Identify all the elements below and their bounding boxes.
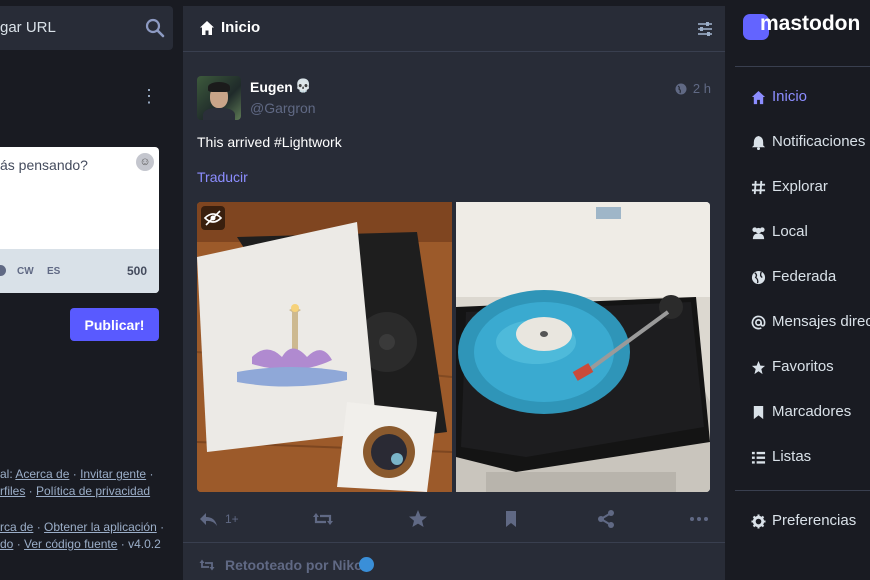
invite-link[interactable]: Invitar gente — [80, 467, 146, 481]
separator: · — [25, 484, 37, 498]
home-icon — [751, 90, 766, 105]
footer-line: rca de · Obtener la aplicación · — [0, 519, 173, 536]
divider — [735, 490, 870, 491]
search-box[interactable]: gar URL — [0, 6, 173, 50]
account-handle[interactable]: @Gargron — [250, 100, 316, 116]
separator: · — [33, 520, 45, 534]
column-header[interactable]: Inicio — [183, 6, 725, 52]
reply-icon[interactable] — [197, 508, 219, 530]
navigation-panel: mastodon Inicio Notificaciones Explorar … — [735, 0, 870, 580]
at-icon — [751, 315, 766, 330]
boost-icon[interactable] — [312, 508, 334, 530]
gear-icon — [751, 514, 766, 529]
globe-icon — [751, 270, 766, 285]
status-action-bar: 1+ — [197, 508, 710, 532]
footer-line: do · Ver código fuente · v4.0.2 — [0, 536, 173, 553]
share-icon[interactable] — [595, 508, 617, 530]
version-text: · v4.0.2 — [117, 537, 161, 551]
nav-label: Preferencias — [772, 512, 857, 529]
privacy-link[interactable]: Política de privacidad — [36, 484, 150, 498]
separator: · — [13, 537, 25, 551]
bookmark-icon[interactable] — [500, 508, 522, 530]
avatar[interactable] — [197, 76, 241, 120]
nav-label: Mensajes directos — [772, 313, 870, 330]
footer-prefix: al: — [0, 467, 16, 481]
nav-label: Notificaciones — [772, 133, 866, 150]
separator: · — [69, 467, 81, 481]
reblog-indicator[interactable]: Retooteado por Niko — [183, 543, 725, 580]
globe-icon — [675, 83, 687, 95]
shortcuts-link[interactable]: do — [0, 537, 13, 551]
media-image-turntable[interactable] — [456, 202, 710, 492]
nav-label: Marcadores — [772, 403, 852, 420]
status-timestamp[interactable]: 2 h — [693, 81, 711, 96]
character-counter: 500 — [126, 264, 147, 278]
display-name[interactable]: Eugen — [250, 79, 293, 95]
footer-line: al: Acerca de · Invitar gente · — [0, 466, 173, 483]
content-warning-button[interactable]: CW — [17, 266, 34, 277]
separator: · — [156, 520, 165, 534]
divider — [735, 66, 870, 67]
reply-count: 1+ — [225, 512, 239, 526]
footer-line: rfiles · Política de privacidad — [0, 483, 173, 500]
favourite-icon[interactable] — [407, 508, 429, 530]
media-gallery — [197, 202, 710, 492]
compose-form[interactable]: ás pensando? ☺ CW ES 500 — [0, 147, 159, 293]
nav-label: Inicio — [772, 88, 808, 105]
separator: · — [146, 467, 154, 481]
more-options-icon[interactable]: ⋮ — [140, 86, 158, 106]
search-icon[interactable] — [145, 18, 165, 38]
column-title: Inicio — [221, 19, 261, 36]
star-icon — [751, 360, 766, 375]
nav-label: Listas — [772, 448, 812, 465]
skull-emoji-icon: 💀 — [295, 78, 312, 93]
list-icon — [751, 451, 766, 464]
nav-label: Favoritos — [772, 358, 834, 375]
compose-textarea[interactable]: ás pensando? — [0, 157, 88, 173]
profiles-link[interactable]: rfiles — [0, 484, 25, 498]
nav-label: Federada — [772, 268, 837, 285]
home-icon — [200, 21, 214, 35]
boost-icon — [199, 559, 215, 571]
about-link[interactable]: rca de — [0, 520, 33, 534]
niko-avatar-icon — [359, 557, 374, 572]
users-icon — [752, 227, 765, 240]
publish-button[interactable]: Publicar! — [70, 308, 159, 341]
more-icon[interactable] — [688, 508, 710, 530]
about-link[interactable]: Acerca de — [15, 467, 69, 481]
compose-toolbar: CW ES 500 — [0, 249, 159, 293]
media-image-album[interactable] — [197, 202, 452, 492]
visibility-icon[interactable] — [0, 265, 6, 276]
source-code-link[interactable]: Ver código fuente — [24, 537, 117, 551]
search-input[interactable]: gar URL — [0, 19, 56, 36]
left-column: gar URL ⋮ ás pensando? ☺ CW ES 500 Publi… — [0, 0, 173, 580]
emoji-picker-icon[interactable]: ☺ — [136, 153, 154, 171]
column-settings-icon[interactable] — [697, 21, 713, 37]
nav-label: Local — [772, 223, 808, 240]
language-button[interactable]: ES — [47, 266, 60, 277]
bell-icon — [751, 135, 766, 150]
bookmark-icon — [753, 405, 764, 420]
nav-label: Explorar — [772, 178, 828, 195]
home-column: Inicio Eugen 💀 @Gargron 2 h This arrived… — [183, 6, 725, 580]
logo-text: mastodon — [760, 12, 861, 35]
status-card[interactable]: Eugen 💀 @Gargron 2 h This arrived #Light… — [183, 52, 725, 543]
get-app-link[interactable]: Obtener la aplicación — [44, 520, 157, 534]
footer-links: al: Acerca de · Invitar gente · rfiles ·… — [0, 466, 173, 553]
status-content: This arrived #Lightwork — [197, 134, 342, 150]
reblogged-by-text: Retooteado por Niko — [225, 557, 363, 573]
hide-media-icon[interactable] — [201, 206, 225, 230]
translate-link[interactable]: Traducir — [197, 169, 248, 185]
hashtag-icon — [751, 180, 766, 195]
